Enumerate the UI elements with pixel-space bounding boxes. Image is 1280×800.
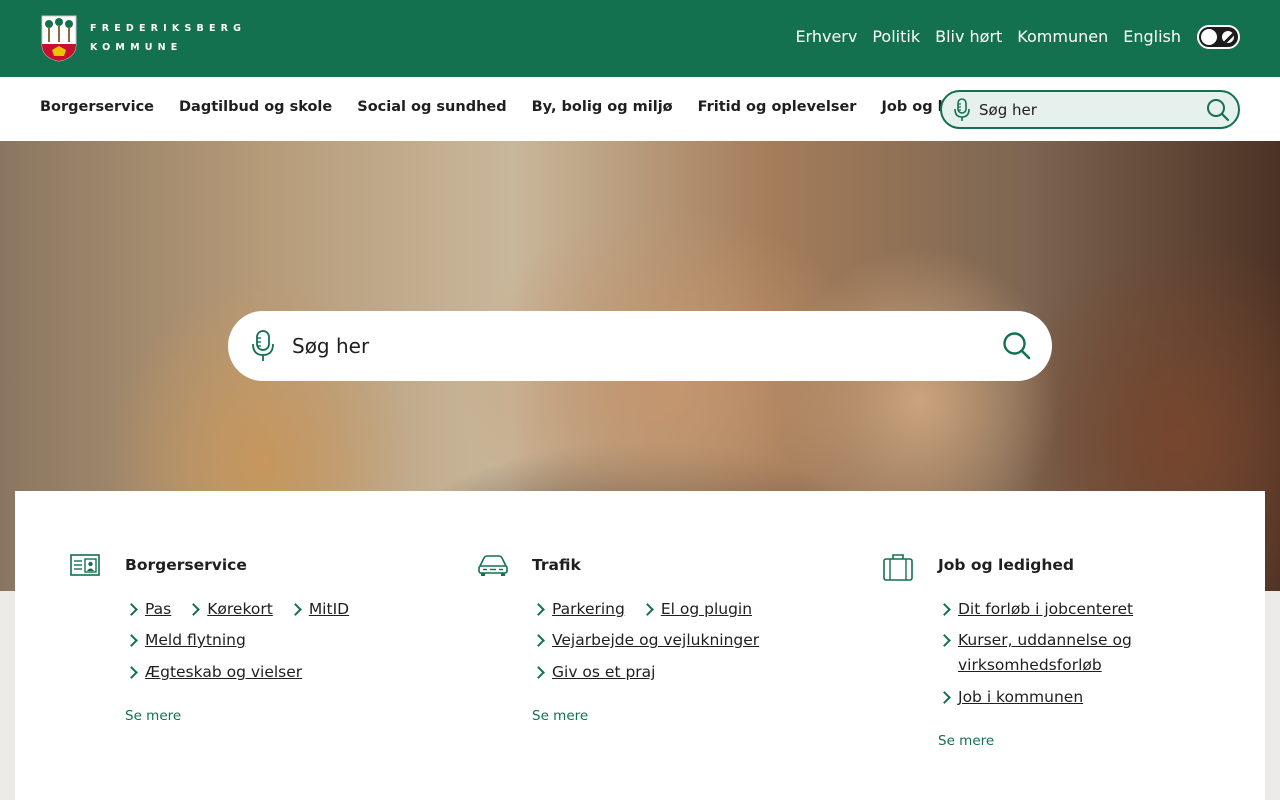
chevron-right-icon (289, 597, 309, 622)
quicklink-label: Kørekort (207, 600, 273, 618)
quicklink-korekort[interactable]: Kørekort (187, 597, 273, 622)
toplink-politik[interactable]: Politik (872, 27, 920, 46)
quicklink-pas[interactable]: Pas (125, 597, 171, 622)
microphone-icon[interactable] (252, 330, 274, 362)
nav-borgerservice[interactable]: Borgerservice (40, 99, 154, 115)
nav-search-input[interactable] (979, 100, 1199, 120)
quicklink-label: Dit forløb i jobcenteret (958, 600, 1134, 618)
logo-line-1: FREDERIKSBERG (90, 23, 247, 34)
main-navbar: Borgerservice Dagtilbud og skole Social … (0, 77, 1280, 141)
hero-search-box (228, 311, 1052, 381)
toplink-english[interactable]: English (1123, 27, 1181, 46)
nav-social-og-sundhed[interactable]: Social og sundhed (357, 99, 506, 115)
quicklink-label: Giv os et praj (552, 663, 656, 681)
chevron-right-icon (532, 660, 552, 685)
nav-search-box (940, 90, 1240, 129)
contrast-toggle-light-icon (1201, 29, 1217, 45)
quicklinks-row: Kurser, uddannelse og virksomhedsforløb (938, 628, 1168, 678)
toplink-kommunen[interactable]: Kommunen (1017, 27, 1108, 46)
hero-search-input[interactable] (292, 333, 972, 359)
toplink-erhverv[interactable]: Erhverv (795, 27, 857, 46)
car-icon (478, 555, 508, 576)
quicklink-label: Job i kommunen (958, 688, 1084, 706)
quicklink-dit-forlob[interactable]: Dit forløb i jobcenteret (938, 597, 1133, 622)
quicklinks-row: Vejarbejde og vejlukninger (532, 628, 759, 653)
quicklink-parkering[interactable]: Parkering (532, 597, 625, 622)
chevron-right-icon (938, 628, 958, 653)
main-navigation: Borgerservice Dagtilbud og skole Social … (40, 99, 1009, 115)
top-header: FREDERIKSBERG KOMMUNE Erhverv Politik Bl… (0, 0, 1280, 77)
id-card-icon (70, 554, 100, 576)
microphone-icon[interactable] (954, 98, 970, 122)
see-more-link[interactable]: Se mere (532, 708, 588, 724)
search-icon[interactable] (1002, 331, 1032, 361)
chevron-right-icon (938, 685, 958, 710)
quicklinks-row: Meld flytning (125, 628, 246, 653)
briefcase-icon (883, 554, 913, 581)
nav-fritid-og-oplevelser[interactable]: Fritid og oplevelser (698, 99, 857, 115)
quicklinks-row: Ægteskab og vielser (125, 660, 302, 685)
quicklink-label: Pas (145, 600, 172, 618)
quicklink-label: Kurser, uddannelse og virksomhedsforløb (958, 631, 1132, 674)
quicklink-label: MitID (308, 600, 350, 618)
quicklink-label: Vejarbejde og vejlukninger (552, 631, 760, 649)
chevron-right-icon (125, 597, 145, 622)
top-links: Erhverv Politik Bliv hørt Kommunen Engli… (795, 27, 1181, 46)
toplink-bliv-hort[interactable]: Bliv hørt (935, 27, 1002, 46)
quicklinks-row: Giv os et praj (532, 660, 655, 685)
quicklink-mitid[interactable]: MitID (289, 597, 349, 622)
quicklinks-title: Job og ledighed (938, 556, 1075, 574)
quicklink-vejarbejde[interactable]: Vejarbejde og vejlukninger (532, 628, 759, 653)
quicklinks-row: Parkering El og plugin (532, 597, 752, 622)
chevron-right-icon (532, 597, 552, 622)
search-icon[interactable] (1206, 98, 1230, 122)
quicklinks-row: Job i kommunen (938, 685, 1083, 710)
quicklink-kurser[interactable]: Kurser, uddannelse og virksomhedsforløb (938, 628, 1168, 678)
frederiksberg-logo[interactable]: FREDERIKSBERG KOMMUNE (40, 14, 246, 62)
quicklinks-title: Trafik (532, 556, 581, 574)
chevron-right-icon (938, 597, 958, 622)
quicklinks-panel: Borgerservice Pas Kørekort MitID Meld fl… (15, 491, 1265, 800)
quicklink-label: Meld flytning (145, 631, 246, 649)
quicklink-label: El og plugin (660, 600, 753, 618)
quicklink-label: Ægteskab og vielser (145, 663, 303, 681)
quicklink-giv-os-et-praj[interactable]: Giv os et praj (532, 660, 655, 685)
contrast-toggle[interactable] (1197, 25, 1240, 49)
nav-dagtilbud-og-skole[interactable]: Dagtilbud og skole (179, 99, 332, 115)
crest-icon (41, 15, 77, 62)
logo-line-2: KOMMUNE (90, 42, 183, 53)
quicklink-aegteskab[interactable]: Ægteskab og vielser (125, 660, 302, 685)
contrast-toggle-dark-icon (1220, 29, 1236, 45)
quicklink-el-og-plugin[interactable]: El og plugin (641, 597, 752, 622)
quicklinks-title: Borgerservice (125, 556, 247, 574)
quicklink-job-i-kommunen[interactable]: Job i kommunen (938, 685, 1083, 710)
quicklink-label: Parkering (552, 600, 625, 618)
chevron-right-icon (125, 660, 145, 685)
quicklinks-row: Pas Kørekort MitID (125, 597, 349, 622)
chevron-right-icon (187, 597, 207, 622)
chevron-right-icon (641, 597, 661, 622)
chevron-right-icon (125, 628, 145, 653)
chevron-right-icon (532, 628, 552, 653)
quicklink-meld-flytning[interactable]: Meld flytning (125, 628, 246, 653)
quicklinks-row: Dit forløb i jobcenteret (938, 597, 1133, 622)
see-more-link[interactable]: Se mere (125, 708, 181, 724)
see-more-link[interactable]: Se mere (938, 733, 994, 749)
nav-by-bolig-og-miljo[interactable]: By, bolig og miljø (532, 99, 673, 115)
